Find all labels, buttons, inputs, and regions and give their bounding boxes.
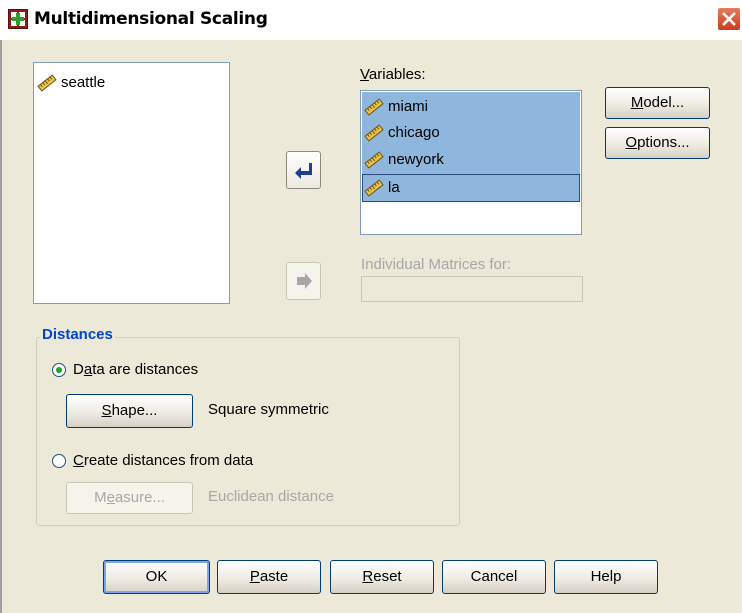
shape-button[interactable]: Shape... [66, 394, 193, 428]
list-item-label: seattle [61, 74, 106, 91]
list-item[interactable]: seattle [34, 70, 224, 96]
close-button[interactable] [717, 7, 741, 31]
distances-group-title: Distances [40, 326, 115, 343]
help-button[interactable]: Help [554, 560, 658, 594]
model-button[interactable]: Model... [605, 87, 710, 119]
window-title: Multidimensional Scaling [34, 9, 268, 29]
ruler-icon [364, 151, 384, 169]
list-item[interactable]: newyork [361, 147, 579, 173]
list-item[interactable]: la [361, 175, 579, 201]
options-button[interactable]: Options... [605, 127, 710, 159]
shape-value: Square symmetric [208, 401, 329, 418]
data-are-distances-radio[interactable] [52, 363, 66, 377]
source-variable-list[interactable]: seattle [33, 62, 230, 304]
ruler-icon [364, 98, 384, 116]
individual-matrices-label: Individual Matrices for: [361, 256, 512, 273]
ruler-icon [37, 74, 57, 92]
list-item-label: newyork [388, 151, 444, 168]
measure-value: Euclidean distance [208, 488, 334, 505]
close-icon [722, 12, 736, 26]
arrow-right-icon [295, 163, 312, 179]
ok-button[interactable]: OK [103, 560, 210, 594]
list-item-label: la [388, 179, 400, 196]
list-item-label: miami [388, 98, 428, 115]
move-to-individual-matrices-button[interactable] [286, 262, 321, 300]
individual-matrices-field[interactable] [361, 276, 583, 302]
cancel-button[interactable]: Cancel [442, 560, 546, 594]
move-to-variables-button[interactable] [286, 151, 321, 189]
arrow-right-icon [297, 273, 312, 289]
reset-button[interactable]: Reset [330, 560, 434, 594]
create-distances-radio[interactable] [52, 454, 66, 468]
measure-button[interactable]: Measure... [66, 482, 193, 514]
title-bar: Multidimensional Scaling [0, 0, 742, 40]
variables-list[interactable]: miami chicago newyork la [360, 90, 582, 235]
window-border [0, 40, 2, 613]
variables-label: Variables: [360, 66, 426, 83]
list-item[interactable]: miami [361, 94, 579, 120]
radio-selected-dot [56, 367, 62, 373]
app-icon [8, 9, 28, 29]
list-item[interactable]: chicago [361, 120, 579, 146]
ruler-icon [364, 124, 384, 142]
list-item-label: chicago [388, 124, 440, 141]
ruler-icon [364, 179, 384, 197]
data-are-distances-label[interactable]: Data are distances [73, 361, 198, 378]
create-distances-label[interactable]: Create distances from data [73, 452, 253, 469]
paste-button[interactable]: Paste [217, 560, 321, 594]
